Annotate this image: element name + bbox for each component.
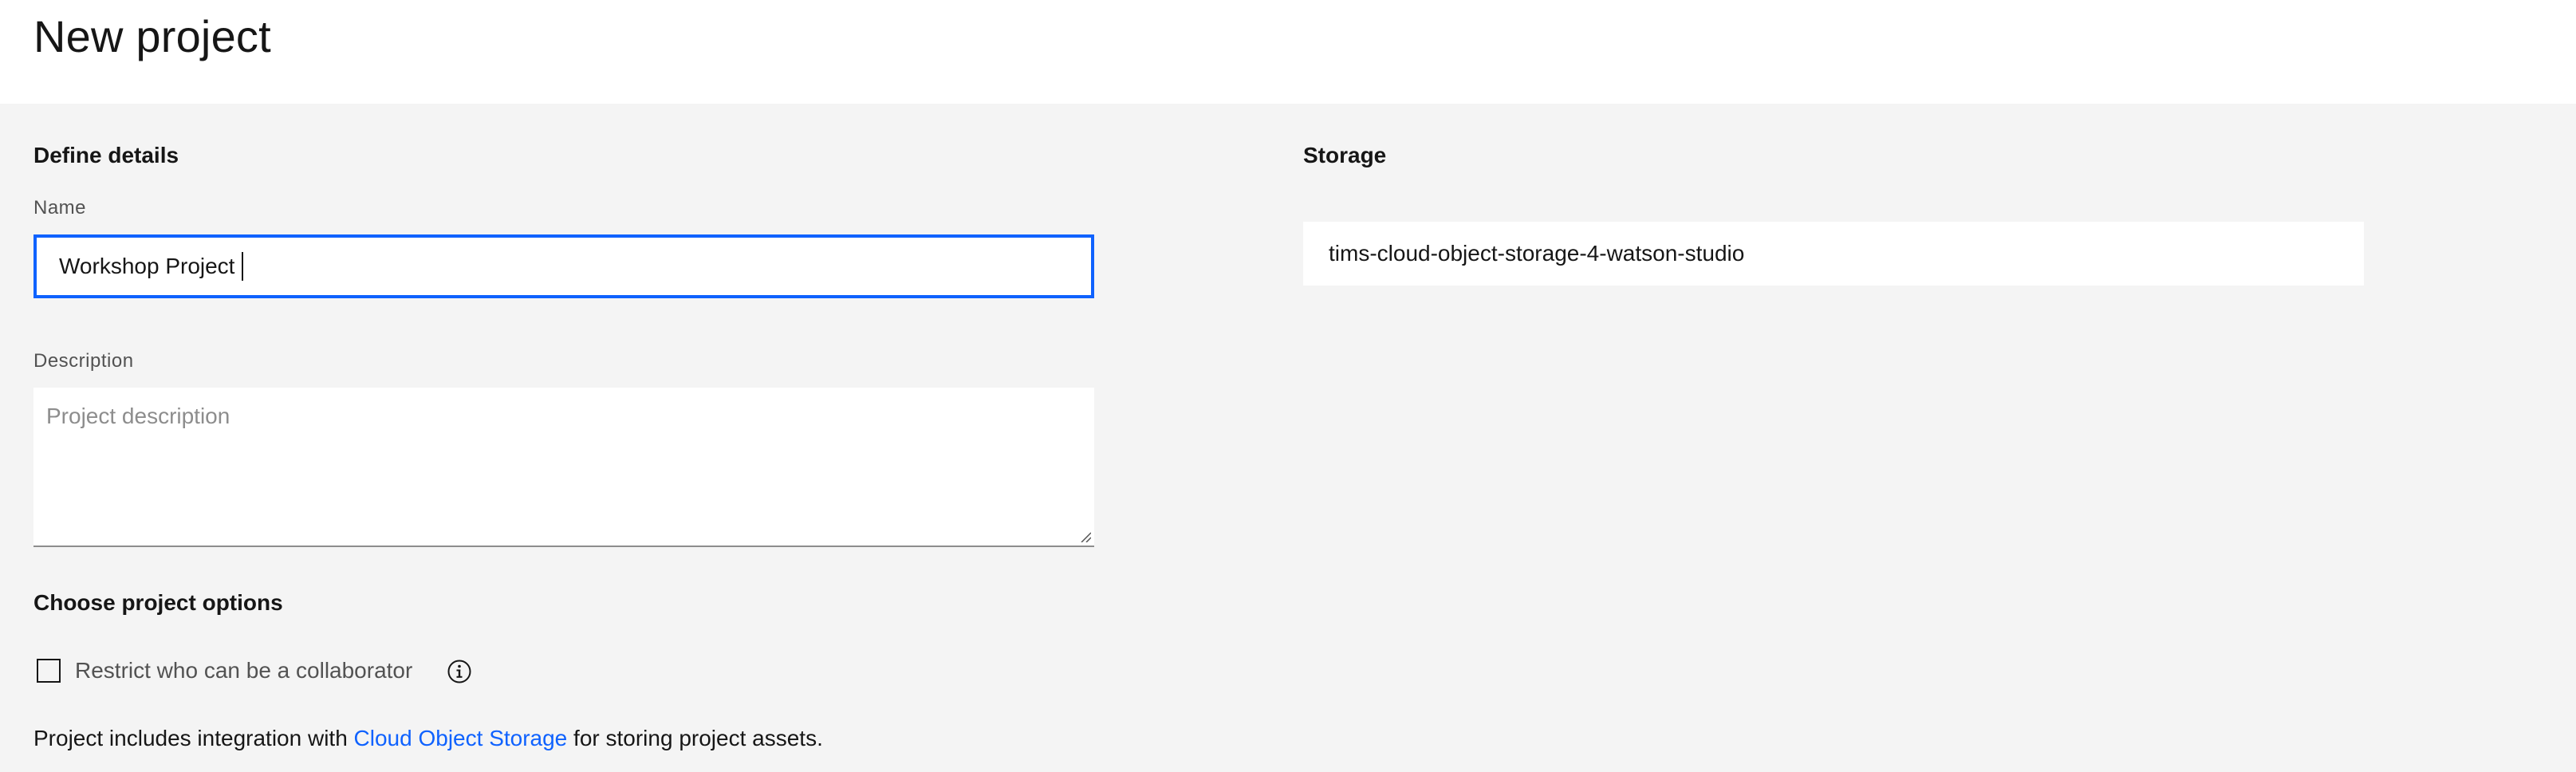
info-icon[interactable] bbox=[447, 659, 472, 684]
integration-suffix: for storing project assets. bbox=[567, 726, 823, 750]
restrict-collaborator-label[interactable]: Restrict who can be a collaborator bbox=[75, 656, 412, 686]
define-details-heading: Define details bbox=[33, 143, 179, 167]
project-options-heading: Choose project options bbox=[33, 590, 283, 615]
restrict-collaborator-checkbox[interactable] bbox=[37, 659, 61, 683]
description-textarea[interactable] bbox=[33, 388, 1094, 547]
integration-text: Project includes integration with Cloud … bbox=[33, 723, 823, 754]
name-input[interactable] bbox=[33, 234, 1094, 298]
page-header: New project bbox=[0, 0, 2576, 104]
integration-prefix: Project includes integration with bbox=[33, 726, 354, 750]
page-title: New project bbox=[33, 11, 271, 61]
resize-handle-icon[interactable] bbox=[1080, 531, 1091, 542]
text-caret bbox=[242, 252, 243, 281]
description-label: Description bbox=[33, 350, 134, 372]
cloud-object-storage-link[interactable]: Cloud Object Storage bbox=[354, 726, 568, 750]
storage-heading: Storage bbox=[1303, 143, 1387, 167]
name-label: Name bbox=[33, 197, 87, 219]
storage-instance-field[interactable]: tims-cloud-object-storage-4-watson-studi… bbox=[1303, 222, 2364, 286]
